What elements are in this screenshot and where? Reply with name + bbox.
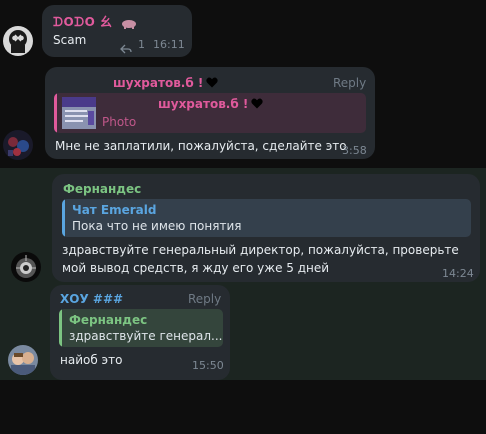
quote-text: Photo <box>102 115 137 129</box>
reply-quote[interactable]: шухратов.б ! Photo <box>54 93 366 133</box>
quote-sender: Чат Emerald <box>72 203 157 217</box>
message-bubble[interactable]: Фернандес Чат Emerald Пока что не имею п… <box>52 174 480 282</box>
quote-bar <box>62 199 65 237</box>
quote-sender: шухратов.б ! <box>158 97 264 111</box>
quote-text: здравствуйте генерал... <box>69 329 223 343</box>
sender-name[interactable]: ХОУ ### <box>60 292 123 306</box>
avatar-khou[interactable] <box>8 345 38 375</box>
black-heart-icon <box>251 98 264 109</box>
message-bubble[interactable]: шухратов.б ! Reply шухратов.б ! Photo Мн… <box>45 67 375 159</box>
black-heart-icon <box>206 77 219 88</box>
reply-arrow-icon[interactable] <box>120 39 132 58</box>
message-time: 14:24 <box>442 267 474 280</box>
message-text: найоб это <box>60 353 123 367</box>
reply-count[interactable]: 1 <box>138 38 145 51</box>
message-bubble[interactable]: ХОУ ### Reply Фернандес здравствуйте ген… <box>50 285 230 380</box>
sender-name[interactable]: Фернандес <box>63 182 141 196</box>
message-text: Мне не заплатили, пожалуйста, сделайте э… <box>55 139 347 153</box>
quote-bar <box>59 309 62 347</box>
message-bubble[interactable]: ᗪOᗪO ⺓ Scam 1 16:11 <box>42 5 192 57</box>
quote-sender: Фернандес <box>69 313 148 327</box>
sender-name[interactable]: шухратов.б ! <box>113 76 219 90</box>
quote-bar <box>54 93 57 133</box>
message-time: 15:50 <box>192 359 224 372</box>
message-time: 3:58 <box>342 144 367 157</box>
message-time: 16:11 <box>153 38 185 51</box>
avatar-fernandes[interactable] <box>11 252 41 282</box>
photo-thumbnail[interactable] <box>62 97 96 133</box>
avatar-shukhratov[interactable] <box>3 130 33 160</box>
cow-emoji-icon <box>121 14 137 33</box>
message-text: Scam <box>53 33 87 47</box>
quote-text: Пока что не имею понятия <box>72 219 242 233</box>
message-text-line-2: мой вывод средств, я жду его уже 5 дней <box>62 261 330 275</box>
reply-link[interactable]: Reply <box>333 76 366 90</box>
reply-quote[interactable]: Чат Emerald Пока что не имею понятия <box>62 199 471 237</box>
reply-quote[interactable]: Фернандес здравствуйте генерал... <box>59 309 223 347</box>
avatar-dodo[interactable] <box>3 26 33 56</box>
message-text-line-1: здравствуйте генеральный директор, пожал… <box>62 243 459 257</box>
sender-name[interactable]: ᗪOᗪO ⺓ <box>53 13 113 30</box>
reply-link[interactable]: Reply <box>188 292 221 306</box>
